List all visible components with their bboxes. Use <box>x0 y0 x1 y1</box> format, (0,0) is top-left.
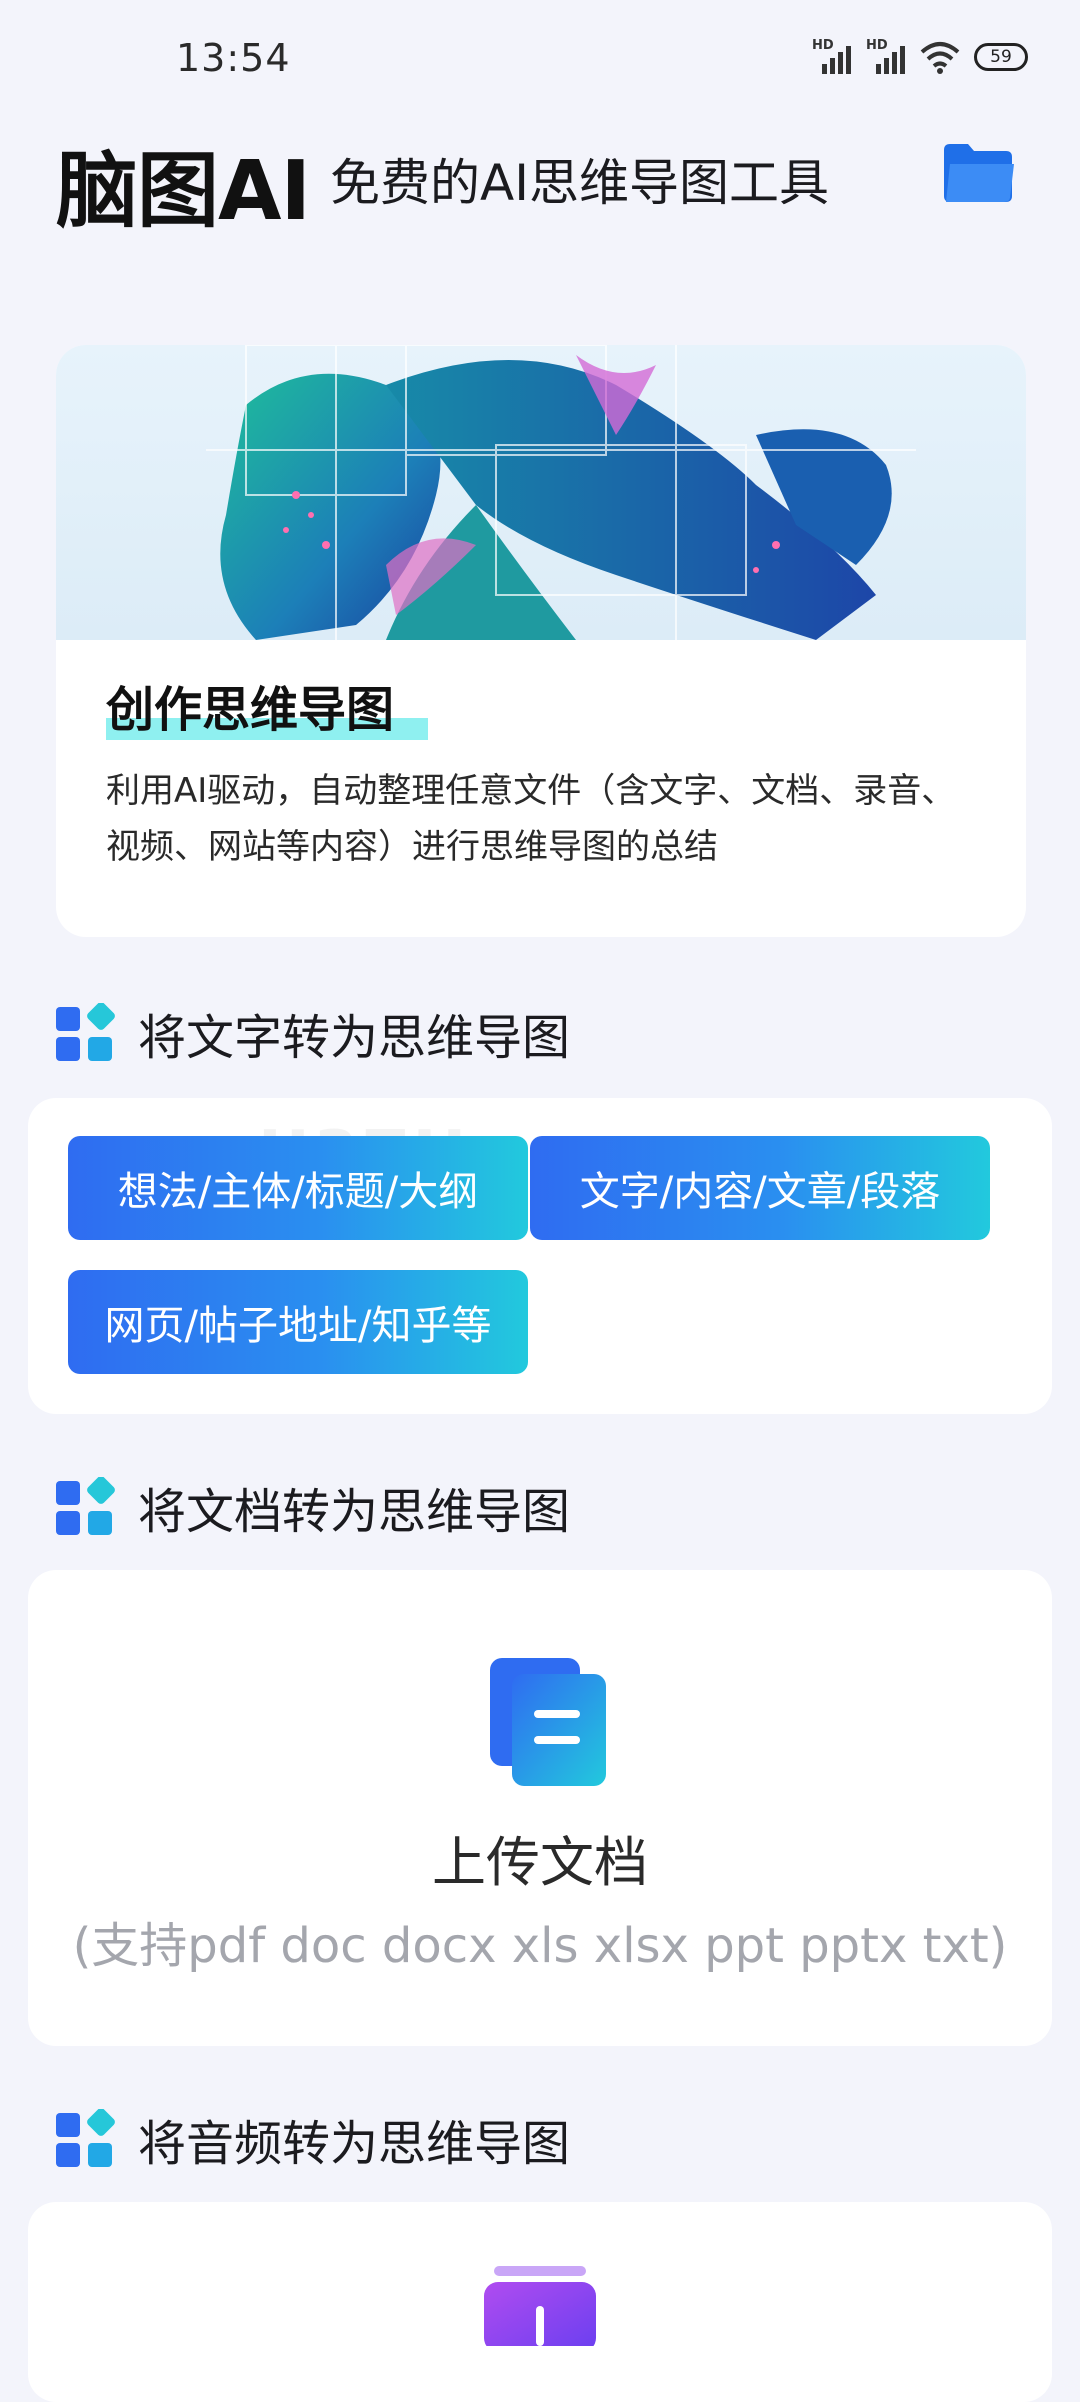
signal-icon: HD <box>812 38 852 74</box>
upload-label: 上传文档 <box>432 1831 648 1894</box>
status-icons: HD HD 59 <box>812 38 1028 74</box>
text-input-card: IJ3ZH 想法/主体/标题/大纲 文字/内容/文章/段落 网页/帖子地址/知乎… <box>28 1098 1052 1414</box>
status-time: 13:54 <box>176 36 291 80</box>
chip-ideas-outline[interactable]: 想法/主体/标题/大纲 <box>68 1136 528 1240</box>
section-title: 将文字转为思维导图 <box>138 1010 571 1066</box>
chip-webpage-url[interactable]: 网页/帖子地址/知乎等 <box>68 1270 528 1374</box>
section-heading-document: 将文档转为思维导图 <box>56 1472 570 1542</box>
hero-description: 利用AI驱动，自动整理任意文件（含文字、文档、录音、视频、网站等内容）进行思维导… <box>106 771 956 867</box>
document-upload-icon <box>490 1658 606 1786</box>
upload-document-card[interactable]: 上传文档 (支持pdf doc docx xls xlsx ppt pptx t… <box>28 1570 1052 2046</box>
upload-audio-card[interactable] <box>28 2202 1052 2402</box>
grid-icon <box>56 1477 115 1535</box>
battery-icon: 59 <box>974 43 1028 71</box>
section-heading-text: 将文字转为思维导图 <box>56 998 570 1068</box>
grid-icon <box>56 1003 115 1061</box>
battery-level: 59 <box>990 47 1012 67</box>
section-title: 将文档转为思维导图 <box>138 1484 571 1540</box>
create-mindmap-card[interactable]: 创作思维导图 利用AI驱动，自动整理任意文件（含文字、文档、录音、视频、网站等内… <box>56 345 1026 937</box>
section-title: 将音频转为思维导图 <box>138 2116 571 2172</box>
hero-title-wrap: 创作思维导图 <box>106 670 428 740</box>
status-bar: 13:54 HD HD 59 <box>0 0 1080 120</box>
section-heading-audio: 将音频转为思维导图 <box>56 2104 570 2174</box>
wifi-icon <box>920 42 960 74</box>
app-subtitle: 免费的AI思维导图工具 <box>330 154 829 212</box>
upload-formats-hint: (支持pdf doc docx xls xlsx ppt pptx txt) <box>72 1918 1008 1974</box>
grid-icon <box>56 2109 115 2167</box>
chip-text-article[interactable]: 文字/内容/文章/段落 <box>530 1136 990 1240</box>
app-title: 脑图AI <box>56 144 311 239</box>
signal-icon: HD <box>866 38 906 74</box>
audio-upload-icon <box>484 2266 596 2346</box>
folder-icon[interactable] <box>940 140 1016 204</box>
hero-banner-image <box>56 345 1026 640</box>
hero-title: 创作思维导图 <box>106 682 395 738</box>
